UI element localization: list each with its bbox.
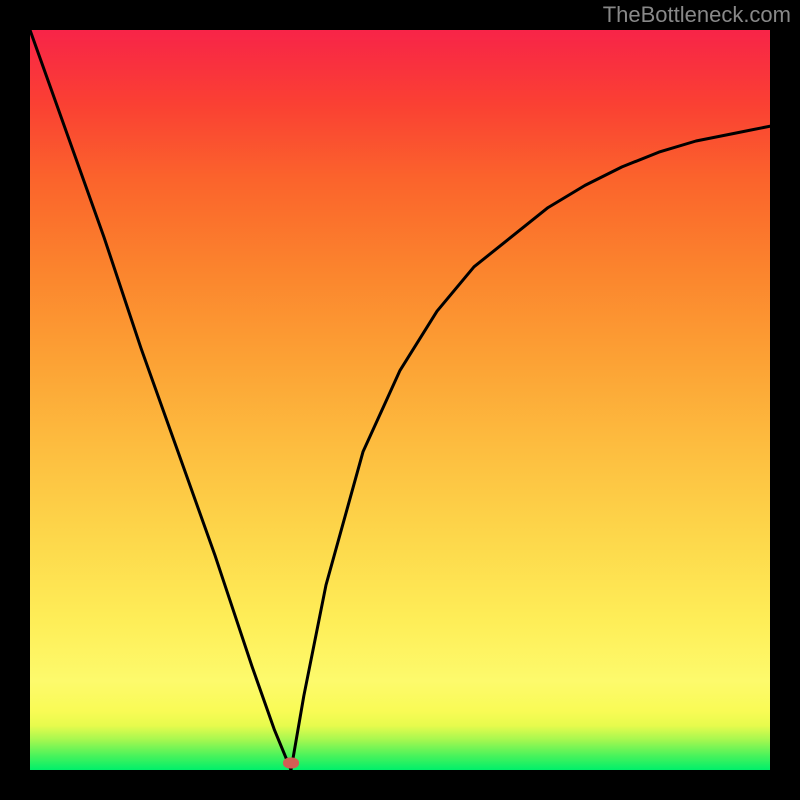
watermark-text: TheBottleneck.com <box>603 2 791 28</box>
bottleneck-curve-path <box>30 30 770 770</box>
bottleneck-marker <box>283 757 299 768</box>
chart-plot-area <box>30 30 770 770</box>
bottleneck-curve <box>30 30 770 770</box>
chart-frame: TheBottleneck.com <box>0 0 800 800</box>
